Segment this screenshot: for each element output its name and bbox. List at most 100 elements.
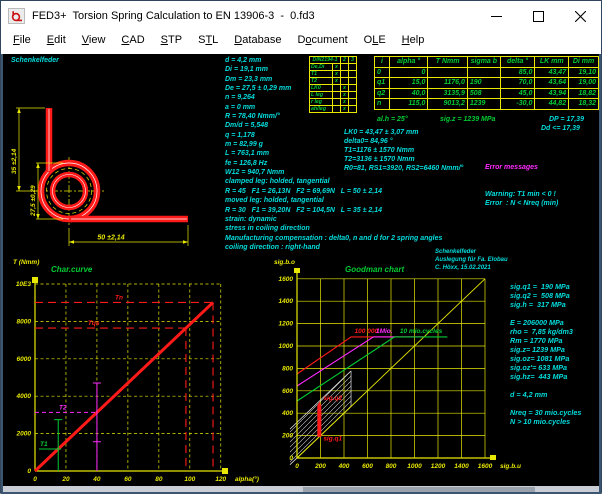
results-cell: 18,32 (569, 99, 599, 110)
din-row: De,Dix (310, 64, 357, 71)
din-grade-mark: x (333, 78, 341, 85)
din-grade-mark: x (333, 64, 341, 71)
svg-text:10E3: 10E3 (16, 281, 32, 288)
maximize-icon[interactable] (517, 1, 559, 31)
stress-value-group: E = 206000 MParho = 7,85 kg/dm3Rm = 1770… (510, 318, 581, 381)
operating-label-sigq1: sig.q1 (323, 436, 342, 443)
din-row: L legx (310, 92, 357, 99)
din-row: ah/leg x (310, 106, 357, 113)
fatigue-line-label: 100 000 (355, 328, 379, 335)
goodman-caption: Fatigue strength chart (Goodman Diagram)… (288, 469, 495, 486)
results-cell: 19,10 (569, 67, 599, 78)
results-cell: 9013,2 (428, 99, 467, 110)
stress-value-line: sig.q2 = 508 MPa (510, 291, 581, 300)
svg-text:0: 0 (33, 476, 37, 483)
din-row-label: T1 (310, 71, 333, 78)
din-grade-mark: x (341, 106, 349, 113)
char-curve-chart: 0204060801001200200040006000800010E3alph… (13, 259, 259, 483)
menu-item-stl[interactable]: STL (190, 31, 226, 49)
dim-label-leg-length: 50 ±2,14 (97, 235, 124, 242)
minimize-icon[interactable] (475, 1, 517, 31)
din-grade-mark: x (341, 99, 349, 106)
drawing-title: Schenkelfeder (11, 57, 59, 64)
din-row: T2x (310, 78, 357, 85)
tolerance-line: T1=1176 ± 1570 Nmm (344, 146, 463, 155)
menu-item-database[interactable]: Database (226, 31, 289, 49)
results-col-header: sigma b (467, 57, 500, 68)
stress-value-line: Nreq = 30 mio.cycles (510, 408, 581, 417)
svg-text:1400: 1400 (279, 298, 294, 305)
svg-text:600: 600 (282, 388, 293, 395)
menu-item-edit[interactable]: Edit (39, 31, 74, 49)
tolerance-list: LK0 = 43,47 ± 3,07 mmdelta0= 84,96 °T1=1… (344, 128, 463, 173)
din-row-label: L leg (310, 92, 333, 99)
menu-item-document[interactable]: Document (289, 31, 355, 49)
client-area: 50 ±2,1435 ±2,1427,5 ±0,2902040608010012… (1, 54, 601, 486)
din-grade-mark (349, 64, 357, 71)
scrollbar-thumb[interactable] (303, 487, 535, 492)
din-grade-header: 3 (349, 57, 357, 64)
results-row: 0085,043,4719,10 (375, 67, 599, 78)
stress-value-line: sig.oz'= 633 MPa (510, 363, 581, 372)
results-cell: 15,0 (389, 78, 427, 89)
results-cell: 115,0 (389, 99, 427, 110)
char-curve-title: Char.curve (51, 265, 93, 274)
results-cell: 1176,0 (428, 78, 467, 89)
stress-value-line: sig.q1 = 190 MPa (510, 282, 581, 291)
marker-label-Tn: Tn (115, 294, 123, 301)
summary-alh: al.h = 25° (377, 116, 408, 123)
stress-value-line: E = 206000 MPa (510, 318, 581, 327)
din2194-grade-table: DIN2194-123De,DixT1xT2xLK0xL legxr legxa… (309, 56, 357, 113)
char-curve-ylabel: T (Nmm) (13, 259, 39, 266)
menu-item-cad[interactable]: CAD (113, 31, 152, 49)
parameter-line: R = 30 F1 = 39,20N F2 = 104,5N L = 35 ± … (225, 206, 442, 215)
results-cell: n (375, 99, 390, 110)
din-row-label: r leg (310, 99, 333, 106)
parameter-line: coiling direction : right-hand (225, 243, 442, 252)
results-cell (428, 67, 467, 78)
stress-value-line: sig.z= 1239 MPa (510, 345, 581, 354)
din-grade-mark (349, 92, 357, 99)
char-curve-xlabel: alpha(°) (235, 475, 259, 483)
stress-value-line: sig.oz= 1081 MPa (510, 354, 581, 363)
marker-label-T2: T2 (59, 404, 67, 411)
din-row: T1x (310, 71, 357, 78)
din-grade-mark (349, 71, 357, 78)
close-icon[interactable] (559, 1, 601, 31)
din-grade-mark (341, 78, 349, 85)
din-grade-mark (333, 99, 341, 106)
results-cell: 44,82 (535, 99, 569, 110)
parameter-line: moved leg: holded, tangential (225, 196, 442, 205)
parameter-line: R = 45 F1 = 26,13N F2 = 69,69N L = 50 ± … (225, 187, 442, 196)
stress-value-line: Rm = 1770 MPa (510, 336, 581, 345)
din-row-label: ah/leg (310, 106, 333, 113)
menu-item-view[interactable]: View (74, 31, 114, 49)
tolerance-line: delta0= 84,96 ° (344, 137, 463, 146)
svg-text:6000: 6000 (17, 356, 32, 363)
menu-item-file[interactable]: File (5, 31, 39, 49)
results-col-header: T Nmm (428, 57, 467, 68)
results-cell: 85,0 (500, 67, 535, 78)
error-messages-title: Error messages (485, 163, 558, 172)
menu-item-ole[interactable]: OLE (356, 31, 394, 49)
results-cell: 508 (467, 88, 500, 99)
parameter-line: stress in coiling direction (225, 224, 442, 233)
svg-text:120: 120 (215, 476, 226, 483)
app-window: FED3+ Torsion Spring Calculation to EN 1… (0, 0, 602, 493)
goodman-chart: 100 0001Mio.10 mio.cyclessig.q2sig.q1020… (274, 259, 521, 470)
summary-sigz: sig.z = 1239 MPa (440, 116, 495, 123)
din-grade-mark (349, 99, 357, 106)
stress-value-line: rho = 7,85 kg/dm3 (510, 327, 581, 336)
menu-item-help[interactable]: Help (394, 31, 433, 49)
results-cell: 43,47 (535, 67, 569, 78)
results-cell: 18,82 (569, 88, 599, 99)
menu-item-stp[interactable]: STP (153, 31, 190, 49)
stress-value-line: N > 10 mio.cycles (510, 417, 581, 426)
results-cell: 43,94 (535, 88, 569, 99)
results-cell: 19,00 (569, 78, 599, 89)
svg-text:1000: 1000 (279, 343, 294, 350)
din-row-label: De,Di (310, 64, 333, 71)
svg-text:400: 400 (281, 410, 293, 417)
stress-value-group: sig.q1 = 190 MPasig.q2 = 508 MPasig.h = … (510, 282, 581, 309)
din-row-label: LK0 (310, 85, 333, 92)
